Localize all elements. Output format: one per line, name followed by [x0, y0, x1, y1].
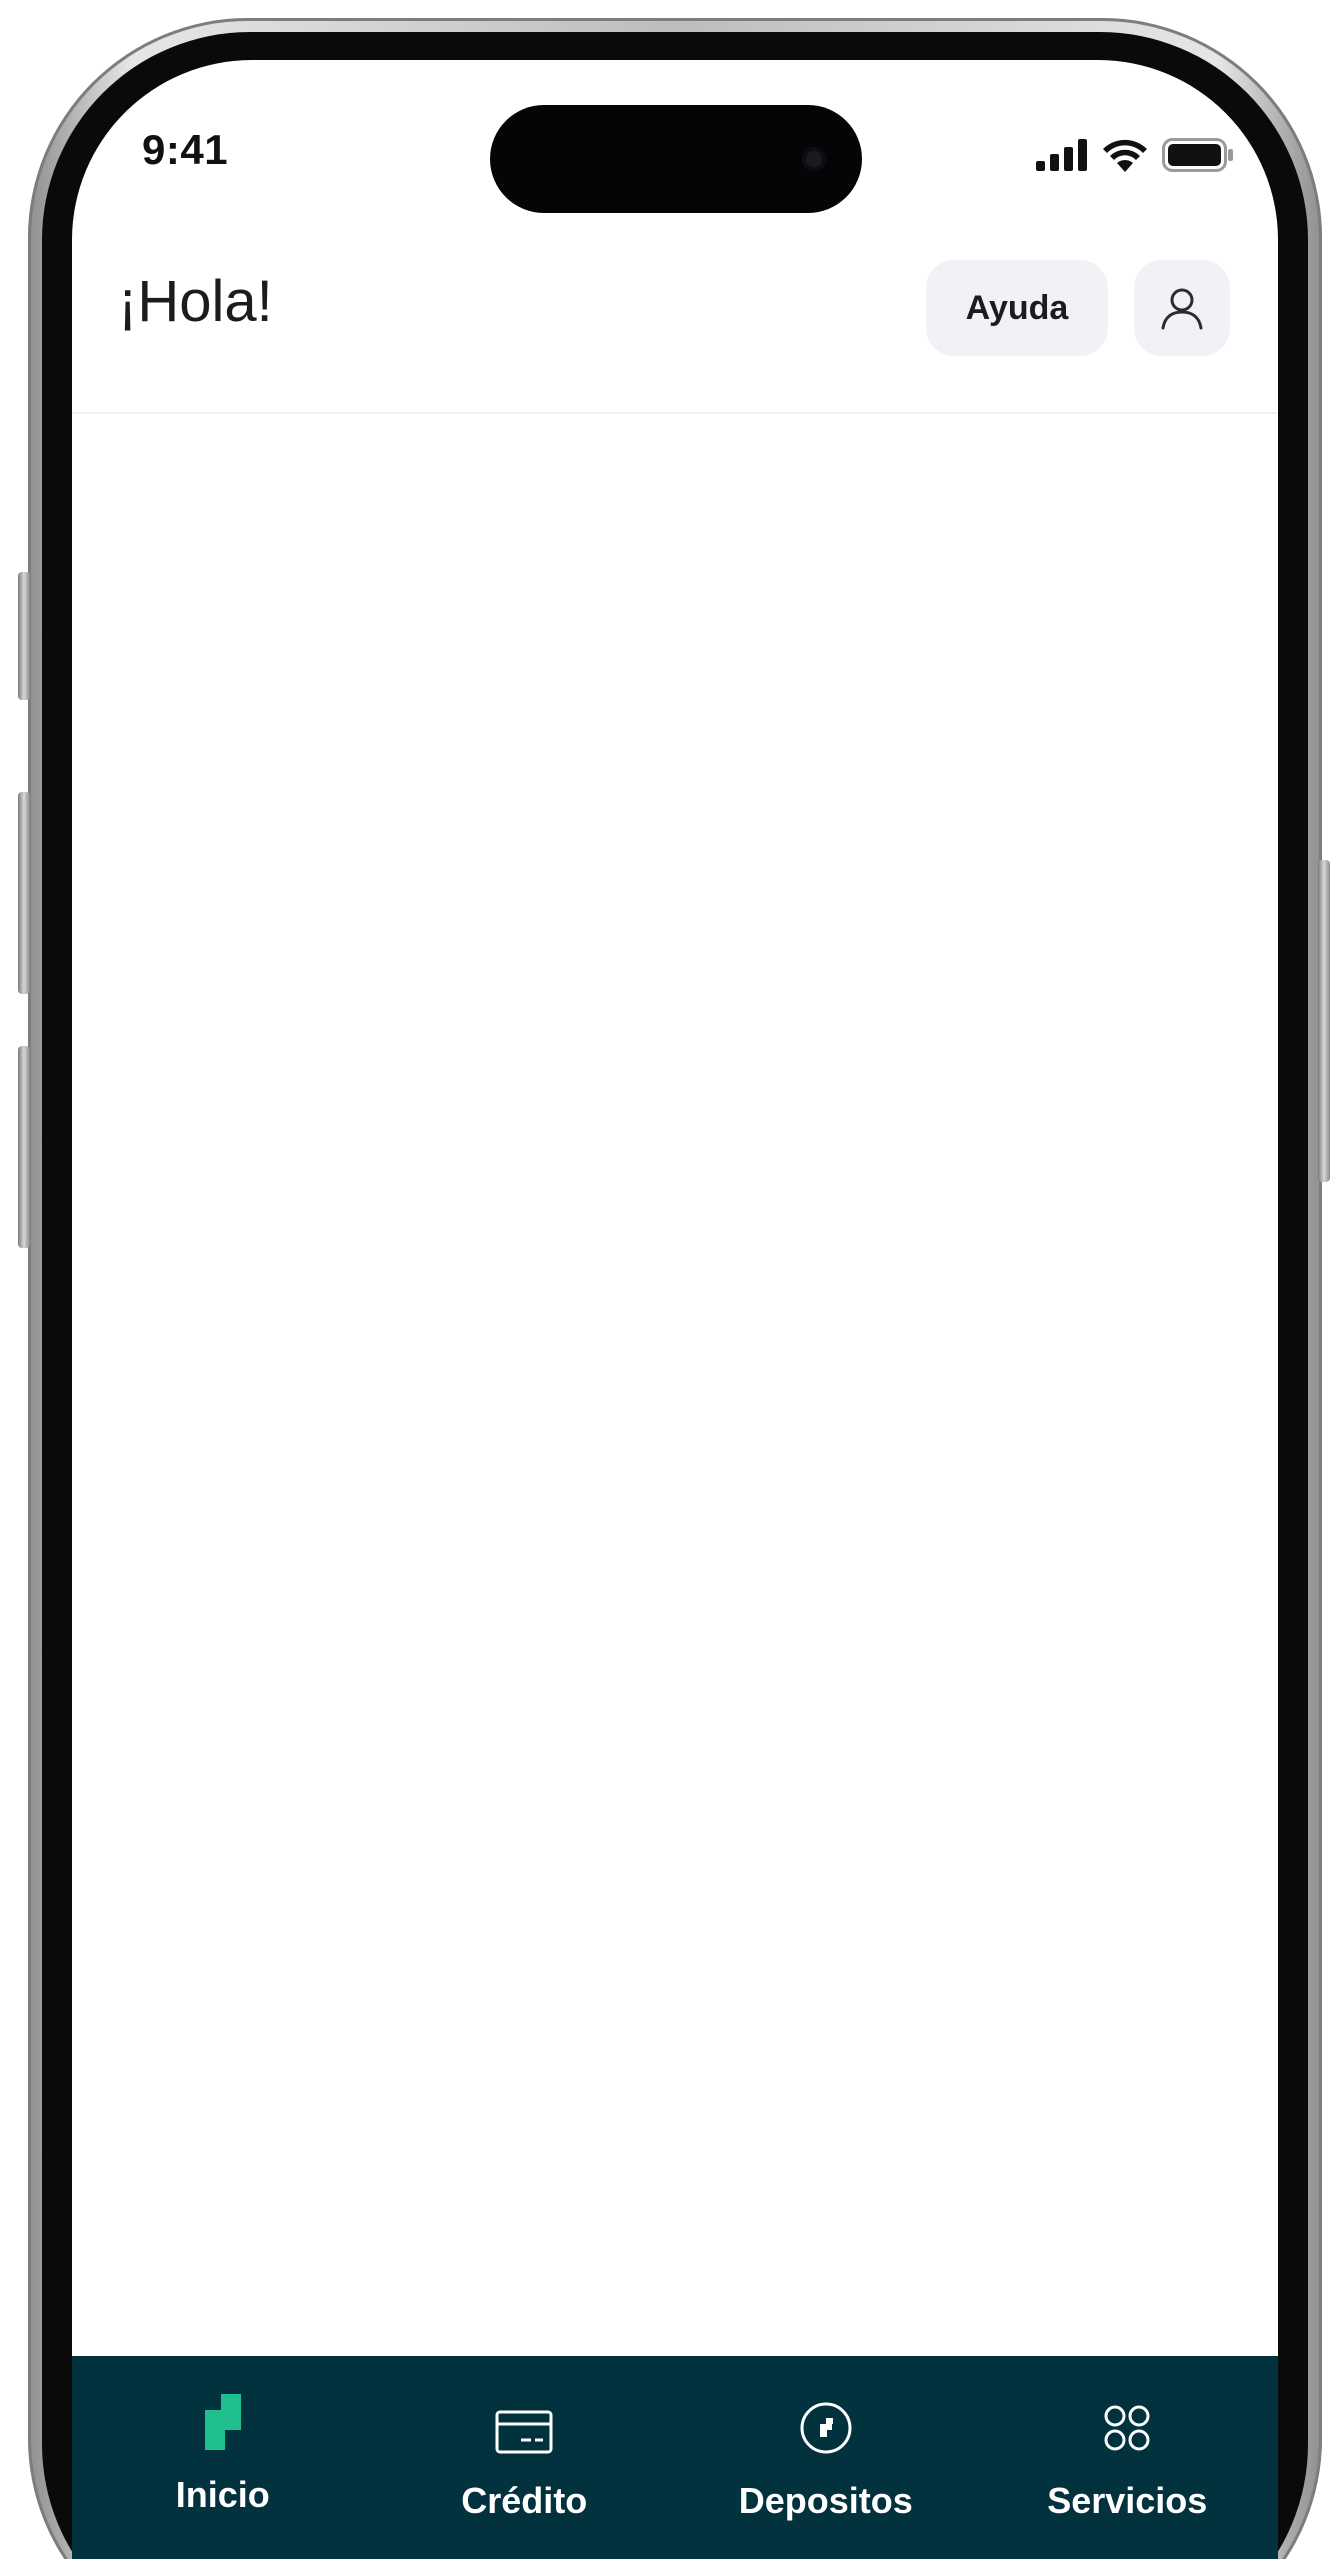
cellular-signal-icon	[1036, 139, 1087, 171]
app-screen: 9:41 ¡Hola! Ayuda Inicio Crédito Deposit…	[72, 60, 1278, 2559]
battery-icon	[1162, 138, 1233, 172]
home-logo-icon	[191, 2392, 255, 2456]
volume-up-button	[18, 792, 30, 994]
help-button[interactable]: Ayuda	[926, 260, 1108, 356]
action-button	[18, 572, 30, 700]
tab-depositos[interactable]: Depositos	[675, 2356, 977, 2559]
wifi-icon	[1103, 139, 1147, 172]
greeting-title: ¡Hola!	[118, 269, 273, 334]
credit-card-icon	[492, 2400, 556, 2464]
device-mockup: 9:41 ¡Hola! Ayuda Inicio Crédito Deposit…	[0, 0, 1344, 2559]
deposit-coin-icon	[794, 2396, 858, 2460]
tab-label-credito: Crédito	[461, 2480, 588, 2521]
user-icon	[1161, 288, 1203, 330]
tab-label-depositos: Depositos	[738, 2480, 913, 2521]
profile-button[interactable]	[1134, 260, 1230, 356]
tab-credito[interactable]: Crédito	[374, 2356, 676, 2559]
power-button	[1318, 860, 1330, 1182]
grid-circles-icon	[1095, 2396, 1159, 2460]
tab-servicios[interactable]: Servicios	[977, 2356, 1279, 2559]
tab-label-servicios: Servicios	[1047, 2480, 1208, 2521]
bottom-tab-bar: Inicio Crédito Depositos Servicios	[72, 2356, 1278, 2559]
main-content	[72, 414, 1278, 2356]
volume-down-button	[18, 1046, 30, 1248]
tab-inicio[interactable]: Inicio	[72, 2356, 374, 2559]
front-camera	[802, 147, 826, 171]
status-icons	[1036, 138, 1234, 172]
tab-label-inicio: Inicio	[175, 2474, 270, 2515]
status-time: 9:41	[142, 126, 229, 173]
dynamic-island	[490, 105, 862, 213]
